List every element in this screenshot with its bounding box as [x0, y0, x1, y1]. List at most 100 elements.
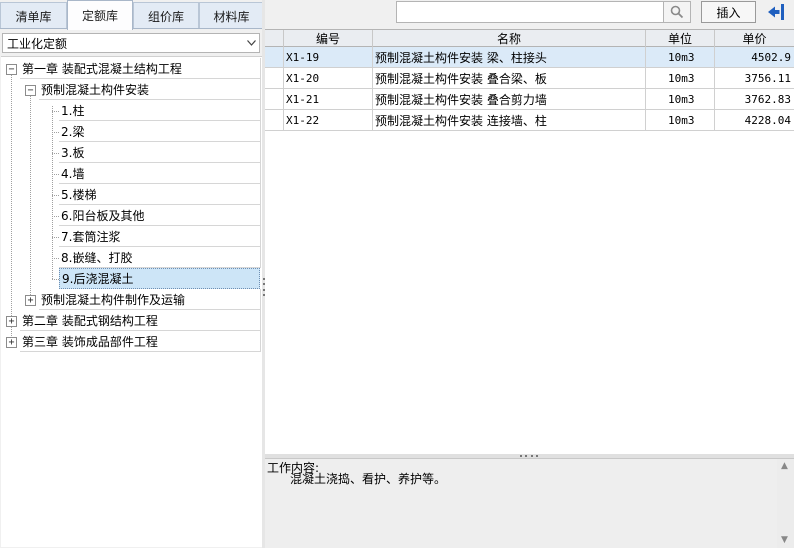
tab-pricing-library[interactable]: 组价库: [133, 2, 199, 29]
header-code[interactable]: 编号: [284, 30, 373, 47]
tree-node-label: 第三章 装饰成品部件工程: [22, 334, 158, 349]
work-content-text: 混凝土浇捣、看护、养护等。: [290, 472, 447, 486]
cell-code: X1-21: [284, 89, 373, 110]
tree-item-beam[interactable]: 2.梁: [59, 121, 261, 142]
row-indicator: [265, 110, 284, 131]
scroll-down-icon[interactable]: ▼: [781, 535, 788, 545]
tree-node-label: 第一章 装配式混凝土结构工程: [22, 61, 182, 76]
search-button[interactable]: [664, 1, 691, 23]
insert-button[interactable]: 插入: [701, 1, 756, 23]
header-price[interactable]: 单价: [715, 30, 794, 47]
grid-header-corner: [265, 30, 284, 47]
tree-connector: [52, 195, 59, 196]
grid-header: 编号 名称 单位 单价: [265, 30, 794, 47]
exit-icon: [767, 4, 784, 20]
tree-connector: [52, 153, 59, 154]
tree-node-label: 1.柱: [61, 103, 85, 118]
tab-quota-library[interactable]: 定额库: [67, 0, 133, 30]
quota-grid: 编号 名称 单位 单价 X1-19 预制混凝土构件安装 梁、柱接头 10m3 4…: [265, 29, 794, 454]
header-label: 单价: [742, 32, 767, 46]
table-row[interactable]: X1-21 预制混凝土构件安装 叠合剪力墙 10m3 3762.83: [265, 89, 794, 110]
tree-node-label: 预制混凝土构件制作及运输: [41, 292, 186, 307]
tree-item-balcony[interactable]: 6.阳台板及其他: [59, 205, 261, 226]
expand-icon[interactable]: +: [6, 337, 17, 348]
expand-icon[interactable]: +: [6, 316, 17, 327]
search-icon: [670, 5, 684, 19]
tree-connector: [11, 74, 12, 342]
cell-name: 预制混凝土构件安装 叠合梁、板: [373, 68, 646, 89]
tree-section-fabrication[interactable]: 预制混凝土构件制作及运输: [39, 289, 261, 310]
scroll-up-icon[interactable]: ▲: [781, 461, 788, 471]
splitter-grip-icon[interactable]: [520, 455, 538, 457]
tree-node-label: 6.阳台板及其他: [61, 208, 145, 223]
tree-connector: [52, 237, 59, 238]
cell-code: X1-22: [284, 110, 373, 131]
library-select[interactable]: 工业化定额: [2, 33, 260, 53]
header-name[interactable]: 名称: [373, 30, 646, 47]
chevron-down-icon[interactable]: [243, 34, 259, 52]
header-unit[interactable]: 单位: [646, 30, 715, 47]
tree-chapter-1[interactable]: 第一章 装配式混凝土结构工程: [20, 58, 261, 79]
exit-button[interactable]: [764, 1, 787, 23]
cell-name: 预制混凝土构件安装 连接墙、柱: [373, 110, 646, 131]
tree-item-stair[interactable]: 5.楼梯: [59, 184, 261, 205]
tree-node-label: 7.套筒注浆: [61, 229, 121, 244]
tab-label: 组价库: [147, 9, 184, 24]
row-indicator: [265, 47, 284, 68]
tree-connector: [52, 174, 59, 175]
expand-icon[interactable]: +: [25, 295, 36, 306]
row-indicator: [265, 68, 284, 89]
row-indicator: [265, 89, 284, 110]
library-tabbar: 清单库 定额库 组价库 材料库: [0, 0, 264, 30]
tree-chapter-2[interactable]: 第二章 装配式钢结构工程: [20, 310, 261, 331]
tree-item-caulking[interactable]: 8.嵌缝、打胶: [59, 247, 261, 268]
cell-name: 预制混凝土构件安装 叠合剪力墙: [373, 89, 646, 110]
tree-node-label: 预制混凝土构件安装: [41, 82, 150, 97]
tab-bill-library[interactable]: 清单库: [0, 2, 67, 29]
header-label: 名称: [496, 32, 521, 46]
description-scrollbar[interactable]: ▲ ▼: [777, 459, 794, 548]
tree-item-wall[interactable]: 4.墙: [59, 163, 261, 184]
tree-item-post-cast-concrete[interactable]: 9.后浇混凝土: [59, 268, 260, 289]
cell-price: 4228.04: [744, 114, 791, 127]
cell-unit: 10m3: [646, 68, 715, 89]
tree-node-label: 2.梁: [61, 124, 85, 139]
cell-code: X1-20: [284, 68, 373, 89]
table-row[interactable]: X1-22 预制混凝土构件安装 连接墙、柱 10m3 4228.04: [265, 110, 794, 131]
quota-tree: − 第一章 装配式混凝土结构工程 − 预制混凝土构件安装 1.柱 2.梁 3.板…: [1, 56, 262, 547]
tree-node-label: 8.嵌缝、打胶: [61, 250, 133, 265]
tab-label: 清单库: [15, 9, 52, 24]
tree-chapter-3[interactable]: 第三章 装饰成品部件工程: [20, 331, 261, 352]
library-select-value: 工业化定额: [7, 36, 68, 51]
tree-connector: [52, 132, 59, 133]
tree-node-label: 3.板: [61, 145, 85, 160]
tree-connector: [52, 258, 59, 259]
tree-item-slab[interactable]: 3.板: [59, 142, 261, 163]
tree-item-grouting[interactable]: 7.套筒注浆: [59, 226, 261, 247]
cell-price: 3756.11: [744, 72, 791, 85]
tree-node-label: 9.后浇混凝土: [62, 272, 134, 286]
tab-label: 材料库: [213, 9, 250, 24]
tree-section-install[interactable]: 预制混凝土构件安装: [39, 79, 261, 100]
header-label: 单位: [667, 32, 692, 46]
tree-connector: [52, 279, 59, 280]
tree-item-column[interactable]: 1.柱: [59, 100, 261, 121]
cell-unit: 10m3: [646, 47, 715, 68]
collapse-icon[interactable]: −: [25, 85, 36, 96]
collapse-icon[interactable]: −: [6, 64, 17, 75]
cell-price: 3762.83: [744, 93, 791, 106]
cell-unit: 10m3: [646, 110, 715, 131]
tab-label: 定额库: [81, 9, 118, 23]
tree-connector: [30, 95, 31, 301]
tree-node-label: 5.楼梯: [61, 187, 97, 202]
tab-material-library[interactable]: 材料库: [199, 2, 264, 29]
table-row[interactable]: X1-20 预制混凝土构件安装 叠合梁、板 10m3 3756.11: [265, 68, 794, 89]
search-input[interactable]: [396, 1, 664, 23]
tree-node-label: 第二章 装配式钢结构工程: [22, 313, 158, 328]
insert-button-label: 插入: [716, 5, 741, 20]
header-label: 编号: [315, 32, 340, 46]
tree-node-label: 4.墙: [61, 166, 85, 181]
table-row[interactable]: X1-19 预制混凝土构件安装 梁、柱接头 10m3 4502.9: [265, 47, 794, 68]
tree-connector: [52, 111, 59, 112]
cell-price: 4502.9: [751, 51, 791, 64]
